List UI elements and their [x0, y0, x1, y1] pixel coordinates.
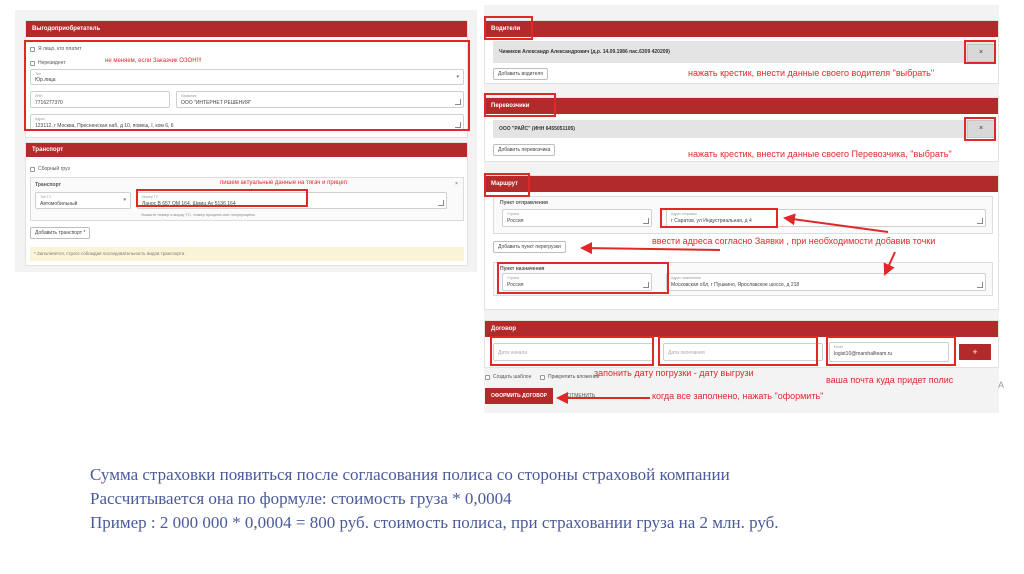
bottom-line-1: Сумма страховки появиться после согласов… [90, 465, 730, 484]
annotation-arrows [556, 213, 896, 404]
side-fragment: А [998, 380, 1005, 390]
bottom-line-2: Рассчитывается она по формуле: стоимость… [90, 489, 512, 508]
bottom-line-3: Пример : 2 000 000 * 0,0004 = 800 руб. с… [90, 513, 779, 532]
